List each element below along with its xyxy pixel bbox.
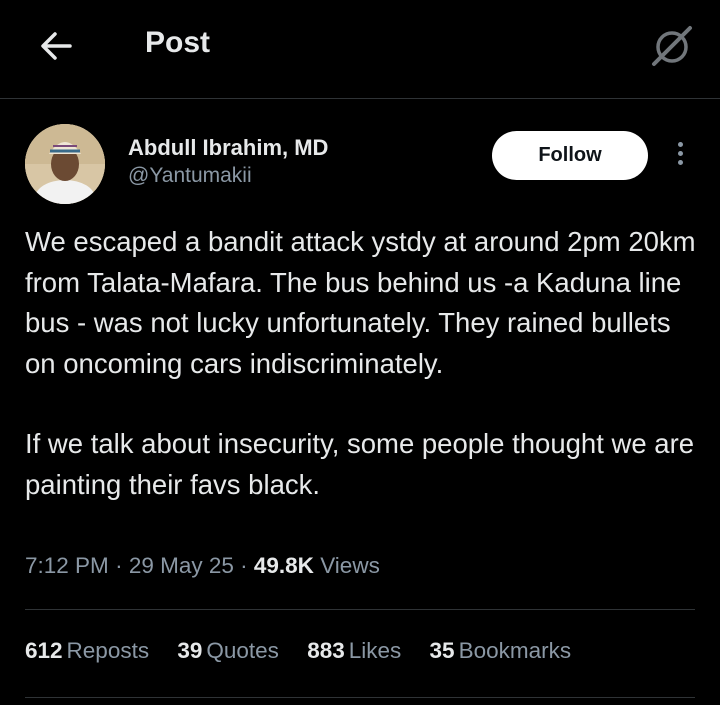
- stat-label: Reposts: [66, 638, 150, 663]
- post-date[interactable]: 29 May 25: [129, 553, 234, 578]
- grok-button[interactable]: [646, 20, 698, 72]
- stat-count: 883: [307, 638, 345, 663]
- post-paragraph: If we talk about insecurity, some people…: [25, 428, 695, 500]
- grok-icon: [652, 26, 692, 66]
- more-dot-icon: [677, 142, 683, 147]
- more-options-button[interactable]: [670, 138, 690, 174]
- meta-separator: ·: [240, 553, 254, 578]
- top-bar: Post: [0, 0, 720, 98]
- avatar[interactable]: [25, 124, 105, 204]
- stat-label: Bookmarks: [458, 638, 572, 663]
- post-time[interactable]: 7:12 PM: [25, 553, 109, 578]
- profile-photo-icon: [25, 124, 105, 204]
- stat-count: 612: [25, 638, 63, 663]
- stat-label: Likes: [348, 638, 402, 663]
- bookmarks-stat[interactable]: 35 Bookmarks: [430, 638, 572, 664]
- author-name[interactable]: Abdull Ibrahim, MD: [128, 135, 328, 161]
- page-title: Post: [145, 26, 211, 59]
- views-label: Views: [320, 553, 380, 578]
- quotes-stat[interactable]: 39 Quotes: [177, 638, 279, 664]
- author-handle[interactable]: @Yantumakii: [128, 164, 252, 188]
- back-button[interactable]: [34, 24, 78, 68]
- post-meta: 7:12 PM · 29 May 25 · 49.8K Views: [25, 553, 380, 579]
- stats-divider: [25, 697, 695, 698]
- meta-separator: ·: [115, 553, 129, 578]
- post-text: We escaped a bandit attack ystdy at arou…: [25, 222, 705, 505]
- more-dot-icon: [677, 151, 683, 156]
- stat-count: 39: [177, 638, 203, 663]
- follow-button[interactable]: Follow: [492, 131, 648, 180]
- post-paragraph: We escaped a bandit attack ystdy at arou…: [25, 226, 696, 379]
- stat-count: 35: [429, 638, 455, 663]
- likes-stat[interactable]: 883 Likes: [307, 638, 401, 664]
- meta-divider: [25, 609, 695, 610]
- more-dot-icon: [677, 160, 683, 165]
- reposts-stat[interactable]: 612 Reposts: [25, 638, 149, 664]
- engagement-stats: 612 Reposts 39 Quotes 883 Likes 35 Bookmarks: [25, 638, 593, 664]
- stat-label: Quotes: [206, 638, 279, 663]
- views-count: 49.8K: [253, 553, 314, 578]
- header-divider: [0, 98, 720, 99]
- arrow-left-icon: [41, 32, 72, 60]
